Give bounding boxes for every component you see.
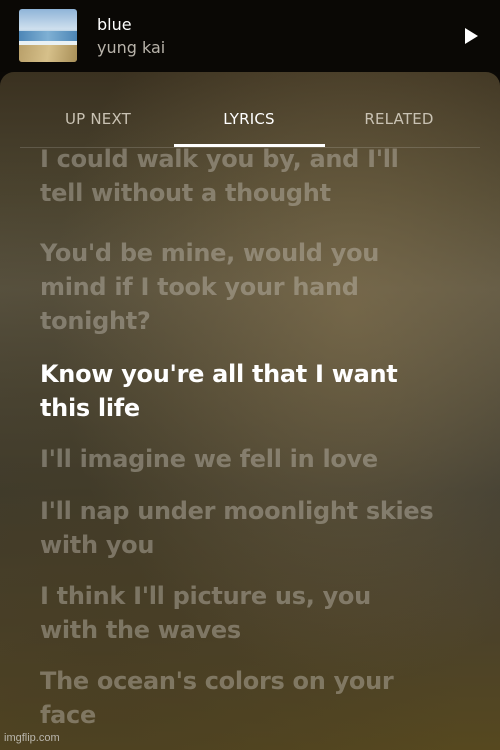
lyric-line-current[interactable]: Know you're all that I want this life <box>40 357 480 425</box>
tab-lyrics[interactable]: LYRICS <box>174 110 324 128</box>
lyric-line[interactable]: The ocean's colors on your face <box>40 664 480 732</box>
mini-player[interactable]: blue yung kai <box>0 0 500 72</box>
lyric-line[interactable]: I think I'll picture us, you with the wa… <box>40 579 480 647</box>
play-icon[interactable] <box>462 27 480 45</box>
artist-name: yung kai <box>97 38 166 57</box>
lyric-line[interactable]: I'll nap under moonlight skies with you <box>40 494 480 562</box>
lyric-line[interactable]: You'd be mine, would you mind if I took … <box>40 236 480 338</box>
tab-related[interactable]: RELATED <box>324 110 474 128</box>
album-art[interactable] <box>19 9 77 62</box>
watermark: imgflip.com <box>4 732 60 744</box>
album-sea <box>19 31 77 41</box>
album-sand <box>19 45 77 62</box>
tab-up-next[interactable]: UP NEXT <box>23 110 173 128</box>
song-title: blue <box>97 15 132 34</box>
tab-bar: UP NEXT LYRICS RELATED <box>0 72 500 148</box>
lyrics-panel: UP NEXT LYRICS RELATED I could walk you … <box>0 72 500 750</box>
lyric-line[interactable]: I'll imagine we fell in love <box>40 442 480 476</box>
lyric-line[interactable]: I could walk you by, and I'll tell witho… <box>40 142 480 210</box>
